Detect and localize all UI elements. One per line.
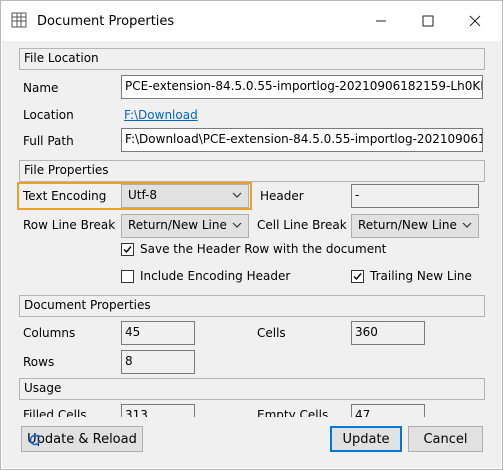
window-title: Document Properties xyxy=(37,14,175,29)
full-path-field[interactable]: F:\Download\PCE-extension-84.5.0.55-impo… xyxy=(121,128,483,152)
trailing-newline-checkbox[interactable] xyxy=(351,270,364,283)
text-encoding-value: Utf-8 xyxy=(128,188,158,202)
cell-line-break-value: Return/New Line xyxy=(358,218,457,232)
cancel-button[interactable]: Cancel xyxy=(408,426,483,452)
document-properties-dialog: Document Properties File Location Name P… xyxy=(0,0,503,470)
file-location-header: File Location xyxy=(24,51,99,65)
header-label: Header xyxy=(260,189,304,203)
file-properties-header: File Properties xyxy=(24,163,109,177)
file-properties-section-header: File Properties xyxy=(19,160,485,182)
name-label: Name xyxy=(23,81,59,95)
row-line-break-label: Row Line Break xyxy=(23,218,116,232)
header-field: - xyxy=(351,184,479,208)
include-encoding-checkbox[interactable] xyxy=(121,270,134,283)
update-reload-label: Update & Reload xyxy=(27,431,137,447)
maximize-button[interactable] xyxy=(416,9,440,33)
chevron-down-icon xyxy=(462,219,472,229)
cell-line-break-label: Cell Line Break xyxy=(257,218,347,232)
close-button[interactable] xyxy=(463,9,487,33)
cancel-label: Cancel xyxy=(423,431,468,447)
text-encoding-select[interactable]: Utf-8 xyxy=(121,184,249,208)
chevron-down-icon xyxy=(232,189,242,199)
cells-label: Cells xyxy=(257,326,286,340)
columns-field: 45 xyxy=(121,321,195,345)
location-link[interactable]: F:\Download xyxy=(124,108,198,122)
include-encoding-label: Include Encoding Header xyxy=(140,269,291,283)
cell-line-break-select[interactable]: Return/New Line xyxy=(351,214,479,238)
text-encoding-label: Text Encoding xyxy=(23,189,107,203)
minimize-button[interactable] xyxy=(369,9,393,33)
usage-clipped-row: Filled Cells 313 Empty Cells 47 xyxy=(2,401,501,417)
chevron-down-icon xyxy=(232,219,242,229)
trailing-newline-label: Trailing New Line xyxy=(370,269,472,283)
row-line-break-select[interactable]: Return/New Line xyxy=(121,214,249,238)
empty-cells-field: 47 xyxy=(351,404,425,417)
columns-label: Columns xyxy=(23,326,76,340)
filled-cells-label: Filled Cells xyxy=(23,408,87,417)
refresh-icon xyxy=(28,433,42,451)
document-properties-header: Document Properties xyxy=(24,298,151,312)
update-button[interactable]: Update xyxy=(330,426,402,452)
save-header-label: Save the Header Row with the document xyxy=(140,242,387,256)
usage-section-header: Usage xyxy=(19,378,485,400)
name-field[interactable]: PCE-extension-84.5.0.55-importlog-202109… xyxy=(121,75,483,99)
update-reload-button[interactable]: Update & Reload xyxy=(21,426,143,452)
location-label: Location xyxy=(23,108,74,122)
file-location-section-header: File Location xyxy=(19,48,485,70)
row-line-break-value: Return/New Line xyxy=(128,218,227,232)
update-label: Update xyxy=(342,431,390,447)
rows-field: 8 xyxy=(121,350,195,374)
dialog-body: File Location Name PCE-extension-84.5.0.… xyxy=(2,41,501,468)
document-app-icon xyxy=(11,12,27,28)
rows-label: Rows xyxy=(23,355,55,369)
document-properties-section-header: Document Properties xyxy=(19,295,485,317)
filled-cells-field: 313 xyxy=(121,404,195,417)
cells-field: 360 xyxy=(351,321,425,345)
empty-cells-label: Empty Cells xyxy=(257,408,329,417)
title-bar: Document Properties xyxy=(1,1,502,41)
save-header-checkbox[interactable] xyxy=(121,243,134,256)
usage-header: Usage xyxy=(24,381,62,395)
full-path-label: Full Path xyxy=(23,134,74,148)
